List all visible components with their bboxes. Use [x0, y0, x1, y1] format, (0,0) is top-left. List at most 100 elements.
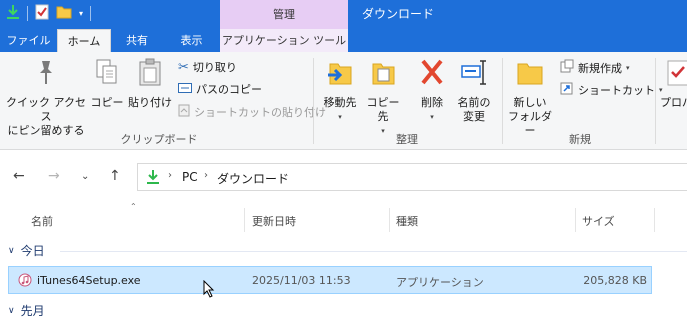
tab-view[interactable]: 表示: [163, 29, 220, 52]
new-item-label: 新規作成: [578, 61, 622, 75]
copy-to-label: コピー先: [366, 96, 400, 123]
title-bar: ▾ 管理 ダウンロード: [0, 0, 687, 29]
copy-path-label: パスのコピー: [196, 83, 262, 96]
download-arrow-icon[interactable]: [6, 4, 20, 23]
paste-shortcut-icon: [178, 103, 190, 120]
group-header-today[interactable]: ∨ 今日: [8, 242, 45, 259]
clipboard-group-label: クリップボード: [120, 133, 198, 146]
delete-button[interactable]: 削除 ▾: [412, 58, 452, 124]
up-arrow-icon[interactable]: ↑: [109, 168, 121, 184]
properties-icon: [666, 58, 687, 92]
pin-to-quick-access-button[interactable]: クイック アクセス にピン留めする: [5, 58, 87, 138]
paste-button[interactable]: 貼り付け: [126, 58, 174, 110]
column-divider[interactable]: [244, 208, 245, 232]
column-header-size[interactable]: サイズ: [582, 213, 615, 229]
breadcrumb-separator-icon[interactable]: ›: [168, 170, 172, 181]
properties-label: プロパ: [660, 96, 687, 109]
delete-label: 削除: [421, 96, 443, 109]
downloads-location-icon: [146, 169, 160, 188]
properties-button[interactable]: プロパ: [660, 58, 687, 110]
file-row[interactable]: iTunes64Setup.exe 2025/11/03 11:53 アプリケー…: [8, 266, 652, 294]
organize-group-label: 整理: [396, 133, 418, 146]
column-divider[interactable]: [389, 208, 390, 232]
copy-button[interactable]: コピー: [89, 58, 125, 110]
breadcrumb-downloads[interactable]: ダウンロード: [217, 170, 289, 187]
rename-icon: [452, 58, 496, 92]
copy-path-icon: [178, 82, 192, 97]
new-item-icon: [560, 59, 574, 76]
itunes-installer-icon: [18, 273, 32, 290]
move-to-folder-icon: [318, 58, 362, 92]
cut-label: 切り取り: [192, 61, 237, 74]
quick-access-toolbar: ▾: [6, 4, 92, 23]
copy-icon: [89, 58, 125, 92]
mouse-cursor-icon: [203, 279, 215, 301]
address-bar[interactable]: › PC › ダウンロード: [137, 163, 687, 191]
recent-locations-chevron-icon[interactable]: ⌄: [81, 171, 89, 182]
move-to-label: 移動先: [318, 96, 362, 110]
copy-path-button[interactable]: パスのコピー: [178, 81, 262, 97]
delete-x-icon: [412, 58, 452, 92]
scissors-icon: ✂: [178, 59, 189, 75]
column-header-name[interactable]: 名前: [31, 213, 53, 229]
group-label-last-month: 先月: [20, 304, 45, 318]
new-item-dropdown-icon: ▾: [626, 63, 630, 72]
move-to-dropdown-icon: ▾: [338, 113, 342, 121]
new-folder-label-line2: フォルダー: [508, 110, 552, 137]
paste-shortcut-label: ショートカットの貼り付け: [194, 105, 326, 119]
new-folder-icon[interactable]: [56, 5, 72, 22]
breadcrumb-pc[interactable]: PC: [182, 170, 198, 184]
copy-label: コピー: [90, 96, 124, 109]
group-header-last-month[interactable]: ∨ 先月: [8, 302, 45, 319]
pin-label-line2: にピン留めする: [7, 124, 85, 137]
qat-divider: [90, 6, 92, 21]
tab-file[interactable]: ファイル: [0, 29, 57, 52]
easy-access-label: ショートカット: [578, 83, 655, 97]
shortcut-icon: [560, 81, 574, 98]
ribbon: クイック アクセス にピン留めする コピー 貼り付け ✂ 切り取り パスのコピー…: [0, 52, 687, 150]
ribbon-divider: [313, 58, 314, 144]
paste-shortcut-button[interactable]: ショートカットの貼り付け: [178, 103, 326, 120]
pin-label-line1: クイック アクセス: [6, 96, 86, 123]
group-divider-line: [60, 251, 687, 252]
copy-to-folder-icon: [363, 58, 403, 92]
easy-access-button[interactable]: ショートカット ▾: [560, 81, 663, 98]
column-header-modified[interactable]: 更新日時: [252, 213, 296, 229]
window-title: ダウンロード: [362, 7, 435, 21]
copy-to-button[interactable]: コピー先 ▾: [363, 58, 403, 138]
file-modified: 2025/11/03 11:53: [252, 274, 351, 287]
forward-arrow-icon[interactable]: →: [48, 168, 60, 184]
tab-application-tools[interactable]: アプリケーション ツール: [220, 29, 348, 52]
paste-label: 貼り付け: [128, 96, 172, 109]
sort-ascending-icon: ⌃: [130, 202, 137, 211]
group-label-today: 今日: [20, 244, 45, 258]
tab-home[interactable]: ホーム: [57, 29, 111, 52]
pin-icon: [5, 58, 87, 92]
breadcrumb-separator-icon[interactable]: ›: [204, 170, 208, 181]
qat-customize-chevron-icon[interactable]: ▾: [79, 9, 83, 18]
collapse-chevron-icon[interactable]: ∨: [8, 246, 15, 256]
column-divider[interactable]: [654, 208, 655, 232]
column-divider[interactable]: [575, 208, 576, 232]
file-type: アプリケーション: [396, 276, 484, 289]
context-tab-group-label: 管理: [220, 0, 348, 29]
folder-icon: [504, 58, 556, 92]
new-group-label: 新規: [569, 133, 591, 146]
collapse-chevron-icon[interactable]: ∨: [8, 306, 15, 316]
new-folder-button[interactable]: 新しい フォルダー: [504, 58, 556, 138]
ribbon-divider: [655, 58, 656, 144]
tab-share[interactable]: 共有: [111, 29, 163, 52]
paste-icon: [126, 58, 174, 92]
column-header-type[interactable]: 種類: [396, 213, 418, 229]
file-name[interactable]: iTunes64Setup.exe: [37, 274, 141, 287]
rename-label-line1: 名前の: [457, 96, 491, 109]
qat-divider: [27, 6, 28, 21]
back-arrow-icon[interactable]: ←: [13, 168, 25, 184]
new-item-button[interactable]: 新規作成 ▾: [560, 59, 630, 76]
cut-button[interactable]: ✂ 切り取り: [178, 59, 237, 75]
ribbon-tab-row: ファイル ホーム 共有 表示 アプリケーション ツール: [0, 29, 687, 52]
new-folder-label-line1: 新しい: [513, 96, 547, 109]
properties-check-icon[interactable]: [35, 4, 49, 23]
rename-button[interactable]: 名前の 変更: [452, 58, 496, 124]
move-to-button[interactable]: 移動先 ▾: [318, 58, 362, 124]
